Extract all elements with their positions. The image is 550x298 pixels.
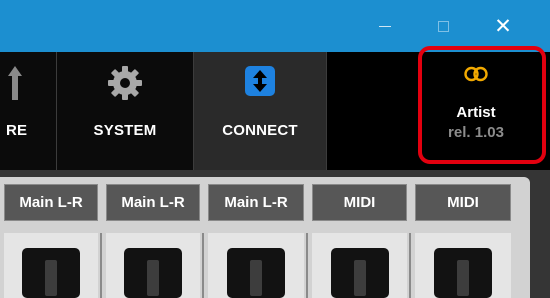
maximize-icon [437, 20, 449, 32]
tab-re-label: RE [6, 122, 28, 139]
tab-system-label: SYSTEM [93, 122, 157, 139]
channel-knob[interactable] [124, 248, 182, 298]
gear-icon [108, 66, 142, 100]
highlight-outline [418, 46, 546, 164]
minimize-button[interactable] [360, 0, 410, 52]
tab-re[interactable]: RE [0, 52, 57, 170]
title-bar: ✕ [0, 0, 550, 52]
tab-system[interactable]: SYSTEM [57, 52, 194, 170]
close-button[interactable]: ✕ [478, 0, 528, 52]
channel-knob[interactable] [22, 248, 80, 298]
maximize-button[interactable] [418, 0, 468, 52]
arrow-up-icon [8, 66, 22, 100]
mixer-panel: Main L-R Main L-R Main L-R MIDI MIDI [0, 170, 550, 298]
tab-connect[interactable]: CONNECT [194, 52, 327, 170]
up-down-arrows-icon [245, 66, 275, 96]
close-icon: ✕ [494, 14, 512, 38]
channel-knob[interactable] [227, 248, 285, 298]
channel-knob[interactable] [330, 248, 389, 298]
channel-knob[interactable] [434, 248, 492, 298]
tab-connect-label: CONNECT [222, 122, 298, 139]
minimize-icon [379, 25, 391, 27]
